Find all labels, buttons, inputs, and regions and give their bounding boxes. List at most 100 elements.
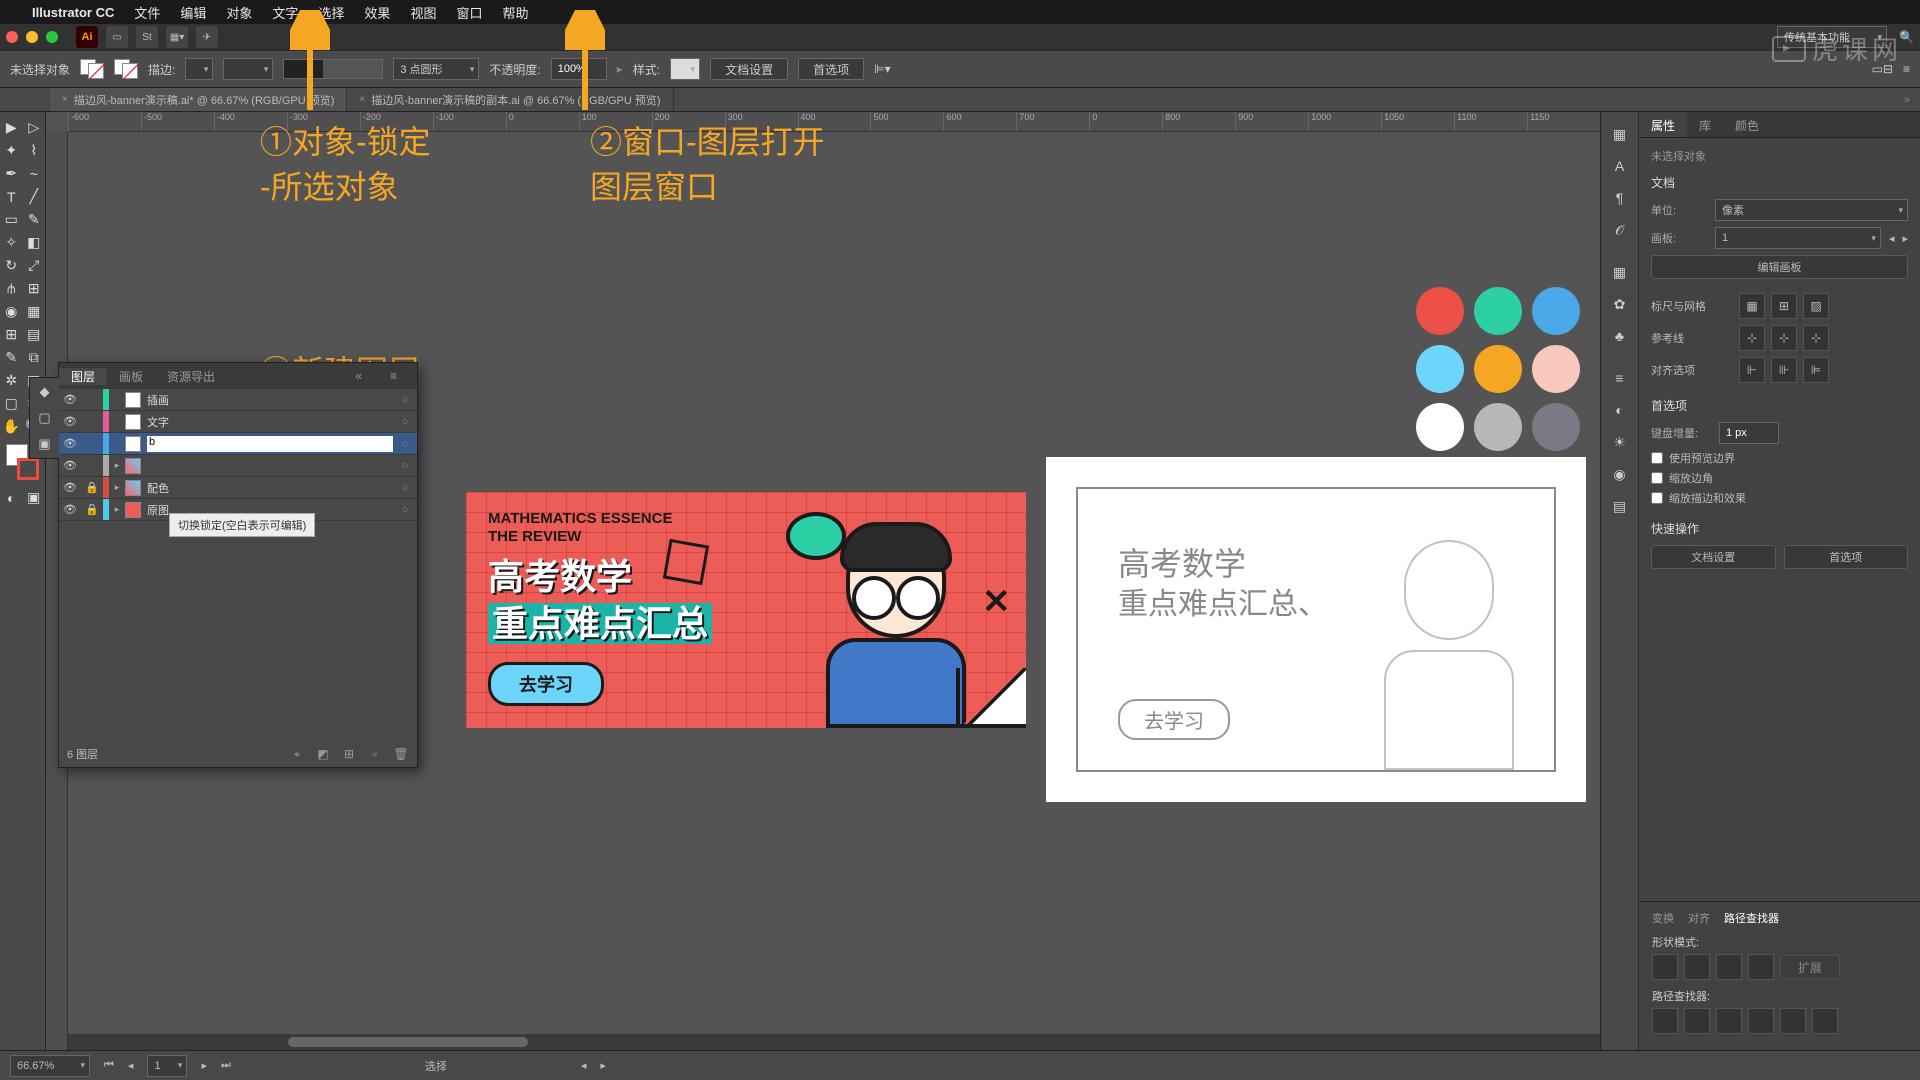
layer-row[interactable]: 👁 ▸ ○ (59, 455, 417, 477)
menu-help[interactable]: 帮助 (502, 3, 528, 22)
stroke-profile-dropdown[interactable]: 3 点圆形 (393, 58, 479, 80)
layers-icon[interactable]: ◆ (35, 382, 55, 402)
graphic-style-dropdown[interactable] (670, 58, 700, 80)
stock-icon[interactable]: St (136, 26, 158, 48)
layer-name[interactable]: 配色 (147, 480, 393, 496)
tab-color[interactable]: 颜色 (1723, 112, 1771, 137)
preferences-button[interactable]: 首选项 (798, 58, 864, 80)
artboards-side-icon[interactable]: ▢ (35, 408, 55, 428)
transparency-grid-icon[interactable]: ▨ (1803, 293, 1829, 319)
scale-strokes-checkbox[interactable]: 缩放描边和效果 (1651, 490, 1908, 506)
menu-edit[interactable]: 编辑 (180, 3, 206, 22)
hand-tool-icon[interactable]: ✋ (0, 415, 23, 438)
minus-back-icon[interactable] (1812, 1008, 1838, 1034)
scale-corners-checkbox[interactable]: 缩放边角 (1651, 470, 1908, 486)
quick-doc-setup-button[interactable]: 文档设置 (1651, 545, 1776, 569)
close-tab-icon[interactable]: × (359, 94, 365, 105)
asset-export-side-icon[interactable]: ▣ (35, 434, 55, 454)
zoom-dropdown[interactable]: 66.67% (10, 1055, 90, 1077)
guides-lock-icon[interactable]: ⊹ (1771, 325, 1797, 351)
new-layer-icon[interactable]: ▫ (367, 747, 383, 761)
panel-icon-gradient[interactable]: ◐ (1608, 398, 1632, 422)
snap-pixel-icon[interactable]: ⊩ (1739, 357, 1765, 383)
make-clipping-mask-icon[interactable]: ◩ (315, 747, 331, 761)
shape-builder-tool-icon[interactable]: ◉ (0, 300, 23, 323)
opacity-input[interactable]: 100% (551, 58, 607, 80)
ruler-toggle-icon[interactable]: ▦ (1739, 293, 1765, 319)
magic-wand-tool-icon[interactable]: ✦ (0, 139, 23, 162)
paintbrush-tool-icon[interactable]: ✎ (23, 208, 46, 231)
target-icon[interactable]: ○ (393, 460, 417, 472)
scale-tool-icon[interactable]: ⤢ (23, 254, 46, 277)
gradient-tool-icon[interactable]: ▤ (23, 323, 46, 346)
lock-toggle-icon[interactable]: 🔒 (81, 503, 103, 516)
preview-bounds-checkbox[interactable]: 使用预览边界 (1651, 450, 1908, 466)
tab-libraries[interactable]: 库 (1687, 112, 1723, 137)
target-icon[interactable]: ○ (393, 504, 417, 516)
create-sublayer-icon[interactable]: ⊞ (341, 747, 357, 761)
document-setup-button[interactable]: 文档设置 (710, 58, 788, 80)
menu-file[interactable]: 文件 (134, 3, 160, 22)
width-tool-icon[interactable]: ⫛ (0, 277, 23, 300)
rectangle-tool-icon[interactable]: ▭ (0, 208, 23, 231)
tab-transform[interactable]: 变换 (1652, 910, 1674, 926)
fill-swatch[interactable] (80, 59, 104, 79)
prev-artboard-icon[interactable]: ◂ (1889, 232, 1895, 245)
intersect-icon[interactable] (1716, 954, 1742, 980)
crop-icon[interactable] (1748, 1008, 1774, 1034)
tab-asset-export[interactable]: 资源导出 (155, 368, 227, 385)
expand-layer-icon[interactable]: ▸ (109, 460, 125, 471)
free-transform-tool-icon[interactable]: ⊞ (23, 277, 46, 300)
guides-show-icon[interactable]: ⊹ (1739, 325, 1765, 351)
playback-next-icon[interactable]: ▸ (600, 1059, 606, 1072)
menu-window[interactable]: 窗口 (456, 3, 482, 22)
panel-icon-character[interactable]: A (1608, 154, 1632, 178)
layer-row[interactable]: 👁🔒 ▸ 配色 ○ (59, 477, 417, 499)
panel-icon-properties[interactable]: ▦ (1608, 122, 1632, 146)
unite-icon[interactable] (1652, 954, 1678, 980)
minimize-window-button[interactable] (26, 31, 38, 43)
tab-layers[interactable]: 图层 (59, 368, 107, 385)
panel-icon-opentype[interactable]: 𝒪 (1608, 218, 1632, 242)
artboard-nav-next-icon[interactable]: ▸ (201, 1059, 207, 1072)
layer-row[interactable]: 👁 插画 ○ (59, 389, 417, 411)
document-tab[interactable]: × 描边风-banner演示稿的副本.ai @ 66.67% (RGB/GPU … (347, 88, 673, 111)
keyboard-increment-input[interactable]: 1 px (1719, 422, 1779, 444)
merge-icon[interactable] (1716, 1008, 1742, 1034)
panel-icon-appearance[interactable]: ◉ (1608, 462, 1632, 486)
expand-button[interactable]: 扩展 (1780, 955, 1840, 979)
tab-properties[interactable]: 属性 (1639, 112, 1687, 137)
layer-name[interactable]: 插画 (147, 392, 393, 408)
panel-icon-swatches[interactable]: ▦ (1608, 260, 1632, 284)
line-tool-icon[interactable]: ╱ (23, 185, 46, 208)
layer-name-input[interactable]: b (147, 436, 393, 452)
eraser-tool-icon[interactable]: ◧ (23, 231, 46, 254)
artboard-dropdown[interactable]: 1 (1715, 227, 1881, 249)
tab-overflow-icon[interactable]: » (1904, 94, 1910, 106)
snap-grid-icon[interactable]: ⊫ (1803, 357, 1829, 383)
target-icon[interactable]: ○ (393, 482, 417, 494)
rotate-tool-icon[interactable]: ↻ (0, 254, 23, 277)
panel-menu-icon[interactable]: ≡ (1903, 62, 1910, 76)
symbol-sprayer-tool-icon[interactable]: ✲ (0, 369, 23, 392)
document-tab[interactable]: × 描边风-banner演示稿.ai* @ 66.67% (RGB/GPU 预览… (50, 88, 347, 111)
draw-mode-icon[interactable]: ◐ (0, 486, 23, 509)
menu-view[interactable]: 视图 (410, 3, 436, 22)
close-window-button[interactable] (6, 31, 18, 43)
menu-effect[interactable]: 效果 (364, 3, 390, 22)
layers-panel[interactable]: ◆ ▢ ▣ 图层 画板 资源导出 «≡ 👁 插画 ○ 👁 文字 ○ 👁 b ○ (58, 362, 418, 768)
expand-layer-icon[interactable]: ▸ (109, 482, 125, 493)
tab-align[interactable]: 对齐 (1688, 910, 1710, 926)
visibility-toggle-icon[interactable]: 👁 (59, 415, 81, 428)
layer-row[interactable]: 👁 b ○ (59, 433, 417, 455)
menu-type[interactable]: 文字 (272, 3, 298, 22)
grid-toggle-icon[interactable]: ⊞ (1771, 293, 1797, 319)
units-dropdown[interactable]: 像素 (1715, 199, 1908, 221)
target-icon[interactable]: ○ (393, 416, 417, 428)
visibility-toggle-icon[interactable]: 👁 (59, 437, 81, 450)
divide-icon[interactable] (1652, 1008, 1678, 1034)
exclude-icon[interactable] (1748, 954, 1774, 980)
horizontal-scrollbar[interactable] (68, 1034, 1600, 1050)
panel-icon-paragraph[interactable]: ¶ (1608, 186, 1632, 210)
visibility-toggle-icon[interactable]: 👁 (59, 503, 81, 516)
